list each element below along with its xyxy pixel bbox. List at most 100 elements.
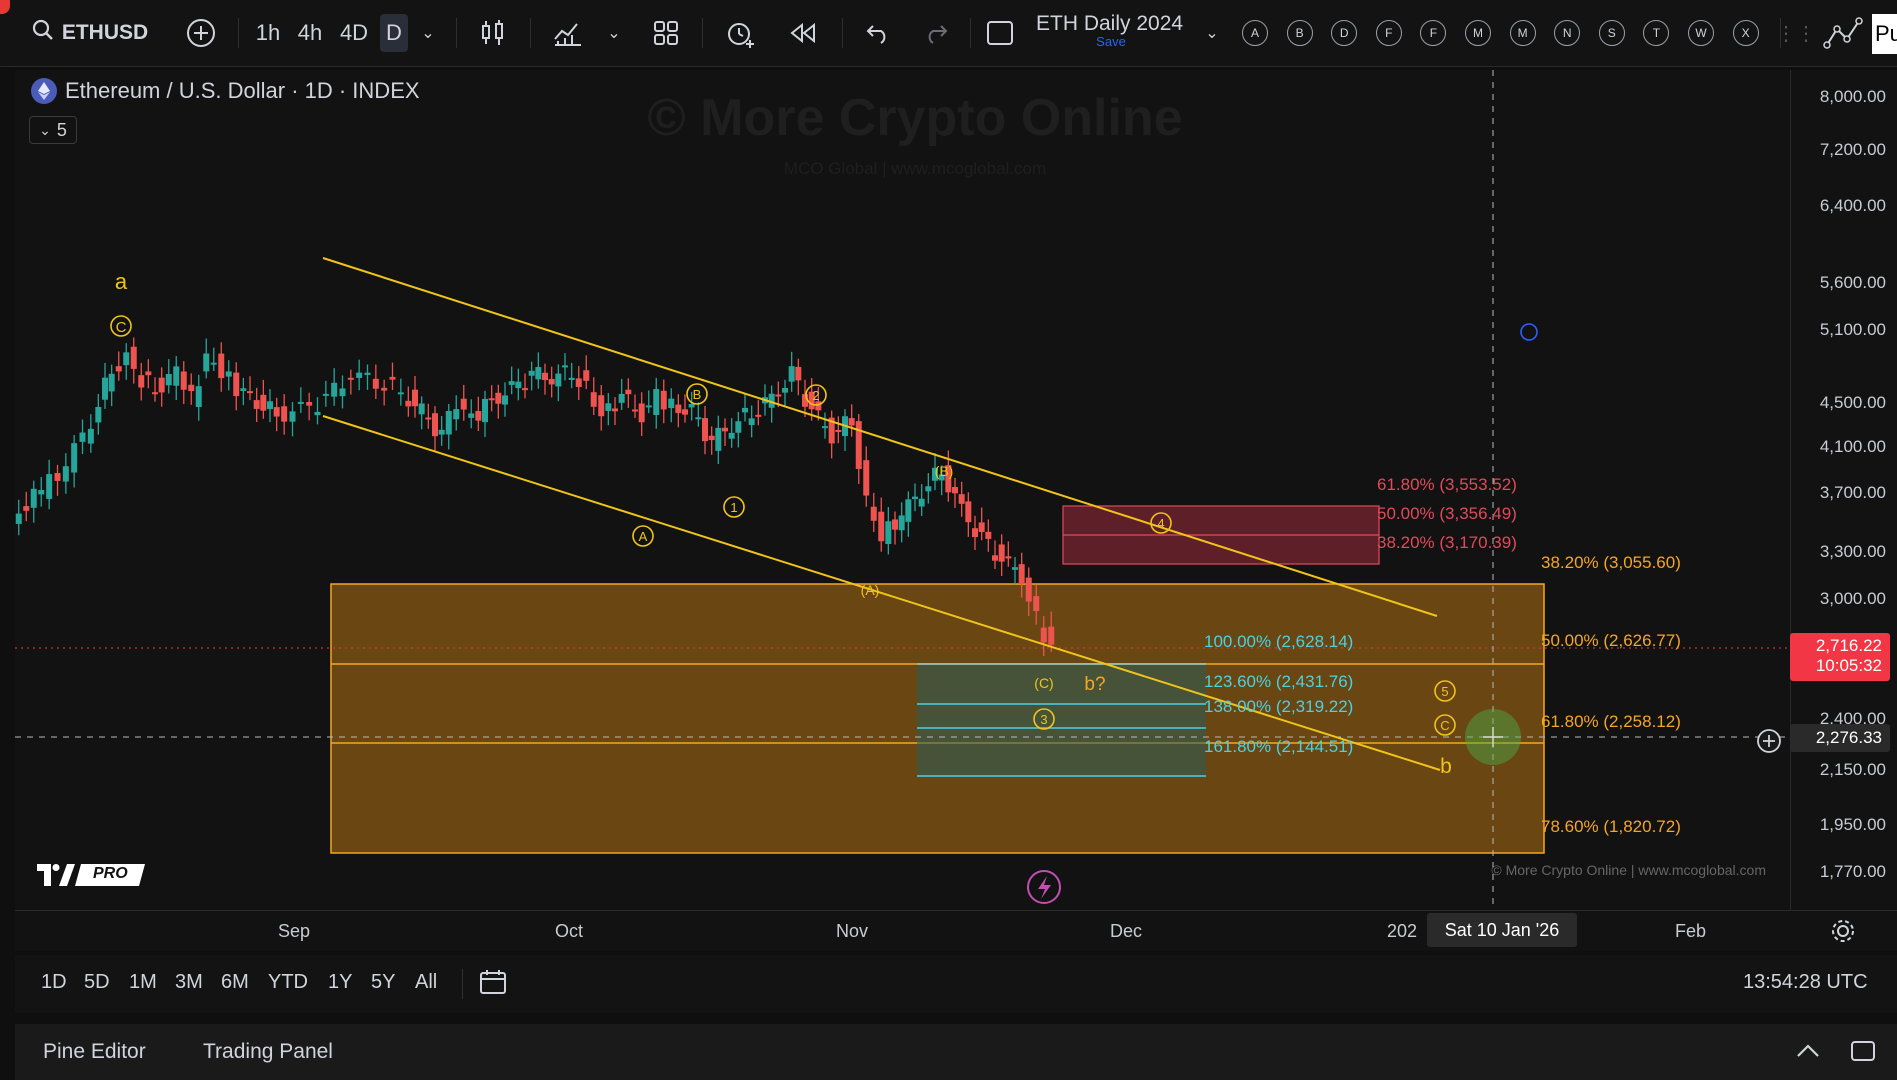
layout-dropdown[interactable]: ⌄ bbox=[1200, 14, 1224, 52]
add-alert-button[interactable] bbox=[1754, 726, 1784, 756]
drawing-shortcut-n-7[interactable]: N bbox=[1554, 20, 1581, 46]
interval-4D[interactable]: 4D bbox=[334, 14, 374, 52]
drawing-shortcut-f-3[interactable]: F bbox=[1375, 20, 1402, 46]
candle-body bbox=[508, 381, 515, 385]
candle-body bbox=[322, 393, 329, 396]
chart-legend[interactable]: Ethereum / U.S. Dollar · 1D · INDEX bbox=[31, 78, 420, 104]
drawing-shortcut-m-6[interactable]: M bbox=[1509, 20, 1536, 46]
chart-pane[interactable]: © More Crypto Online MCO Global | www.mc… bbox=[15, 70, 1790, 910]
chart-type-button[interactable] bbox=[476, 14, 510, 52]
fullscreen-button[interactable] bbox=[982, 14, 1018, 52]
interval-label: D bbox=[386, 20, 402, 45]
alert-button[interactable] bbox=[722, 14, 760, 52]
candle-body bbox=[568, 377, 575, 380]
maximize-panel-button[interactable] bbox=[1848, 1036, 1878, 1071]
tradingview-pro-logo[interactable]: PRO bbox=[35, 860, 147, 895]
svg-text:1: 1 bbox=[730, 500, 737, 515]
candle-body bbox=[653, 389, 660, 415]
drawing-shortcut-m-5[interactable]: M bbox=[1465, 20, 1491, 46]
gear-icon[interactable] bbox=[1830, 918, 1856, 944]
candle-body bbox=[347, 377, 354, 380]
drawing-anchor-point[interactable] bbox=[1520, 323, 1538, 341]
go-to-date-button[interactable] bbox=[477, 967, 509, 1004]
candle-body bbox=[958, 494, 965, 504]
candle-body bbox=[583, 370, 590, 381]
candle-body bbox=[575, 378, 582, 387]
drawing-shortcut-x-11[interactable]: X bbox=[1732, 20, 1759, 46]
drawing-shortcut-a-0[interactable]: A bbox=[1242, 20, 1268, 46]
candle-body bbox=[46, 474, 53, 499]
symbol-search[interactable]: ETHUSD bbox=[20, 14, 160, 52]
candle-body bbox=[863, 460, 870, 496]
svg-text:B: B bbox=[693, 387, 702, 402]
bottom-panel-tabs: Pine Editor Trading Panel bbox=[15, 1024, 1897, 1080]
wave-label-b-question: b? bbox=[1084, 674, 1105, 695]
indicators-dropdown[interactable]: ⌄ bbox=[602, 14, 626, 52]
grid-icon bbox=[654, 21, 678, 45]
interval-dropdown[interactable]: ⌄ bbox=[414, 14, 442, 52]
interval-label: 4D bbox=[339, 20, 369, 45]
tab-pine-editor[interactable]: Pine Editor bbox=[43, 1040, 146, 1064]
indicators-button[interactable] bbox=[550, 14, 586, 52]
candle-body bbox=[855, 421, 862, 469]
chevron-up-icon bbox=[1797, 1044, 1819, 1057]
utc-clock[interactable]: 13:54:28 UTC bbox=[1743, 971, 1868, 994]
candle-body bbox=[158, 377, 165, 393]
publish-button[interactable]: Pu bbox=[1872, 14, 1897, 54]
crosshair-price-badge: 2,276.33 bbox=[1790, 724, 1890, 752]
candle-body bbox=[482, 398, 488, 423]
range-YTD[interactable]: YTD bbox=[268, 971, 308, 994]
time-axis[interactable]: Sep Oct Nov Dec 202 Feb Sat 10 Jan '26 bbox=[15, 910, 1790, 951]
lightning-event-icon[interactable] bbox=[1027, 870, 1061, 904]
range-1M[interactable]: 1M bbox=[129, 971, 157, 994]
candle-body bbox=[453, 409, 460, 420]
range-5Y[interactable]: 5Y bbox=[371, 971, 395, 994]
undo-button[interactable] bbox=[860, 14, 896, 52]
tab-trading-panel[interactable]: Trading Panel bbox=[203, 1040, 333, 1064]
candle-body bbox=[432, 413, 438, 437]
price-tick-label: 7,200.00 bbox=[1819, 140, 1886, 159]
wave-label-paren-B: (B) bbox=[935, 463, 954, 479]
layouts-button[interactable] bbox=[648, 14, 684, 52]
add-symbol-button[interactable] bbox=[182, 14, 220, 52]
svg-text:4: 4 bbox=[1157, 516, 1164, 531]
channel-upper-line[interactable] bbox=[322, 257, 1438, 617]
price-tick-label: 2,150.00 bbox=[1819, 760, 1886, 779]
chevron-down-icon: ⌄ bbox=[421, 25, 435, 42]
range-6M[interactable]: 6M bbox=[221, 971, 249, 994]
drawing-tool-button[interactable] bbox=[1820, 14, 1870, 52]
drawing-shortcut-d-2[interactable]: D bbox=[1331, 20, 1358, 46]
drawing-shortcut-t-9[interactable]: T bbox=[1643, 20, 1670, 46]
range-1Y[interactable]: 1Y bbox=[328, 971, 352, 994]
drag-handle[interactable]: ⋮⋮ bbox=[1776, 14, 1816, 52]
candle-body bbox=[668, 398, 675, 409]
redo-button[interactable] bbox=[918, 14, 954, 52]
chart-canvas[interactable]: © More Crypto Online MCO Global | www.mc… bbox=[15, 70, 1790, 910]
drawing-shortcut-s-8[interactable]: S bbox=[1598, 20, 1625, 46]
collapse-panel-button[interactable] bbox=[1793, 1036, 1823, 1071]
fib-orange-label-618: 61.80% (2,258.12) bbox=[1541, 712, 1681, 731]
interval-D[interactable]: D bbox=[380, 14, 408, 52]
range-1D[interactable]: 1D bbox=[41, 971, 67, 994]
time-label-feb: Feb bbox=[1675, 921, 1707, 941]
pro-badge: PRO bbox=[93, 865, 128, 882]
drawing-shortcut-w-10[interactable]: W bbox=[1688, 20, 1714, 46]
indicators-toggle[interactable]: ⌄ 5 bbox=[29, 116, 77, 144]
save-label[interactable]: Save bbox=[1036, 34, 1186, 49]
date-range-bar: 1D 5D 1M 3M 6M YTD 1Y 5Y All 13:54:28 UT… bbox=[15, 955, 1897, 1013]
candle-body bbox=[632, 409, 638, 412]
candle-body bbox=[145, 371, 152, 376]
drawing-shortcut-f-4[interactable]: F bbox=[1420, 20, 1447, 46]
range-5D[interactable]: 5D bbox=[84, 971, 110, 994]
interval-1h[interactable]: 1h bbox=[250, 14, 286, 52]
drawing-shortcut-b-1[interactable]: B bbox=[1286, 20, 1313, 46]
interval-4h[interactable]: 4h bbox=[292, 14, 328, 52]
wave-label-a: a bbox=[115, 269, 128, 294]
price-axis[interactable]: 8,000.00 7,200.00 6,400.00 5,600.00 5,100.00… bbox=[1790, 70, 1897, 910]
candle-body bbox=[1005, 556, 1012, 559]
layout-name[interactable]: ETH Daily 2024 Save bbox=[1036, 12, 1196, 56]
candle-body bbox=[612, 408, 618, 412]
replay-button[interactable] bbox=[784, 14, 822, 52]
range-3M[interactable]: 3M bbox=[175, 971, 203, 994]
range-All[interactable]: All bbox=[415, 971, 437, 994]
